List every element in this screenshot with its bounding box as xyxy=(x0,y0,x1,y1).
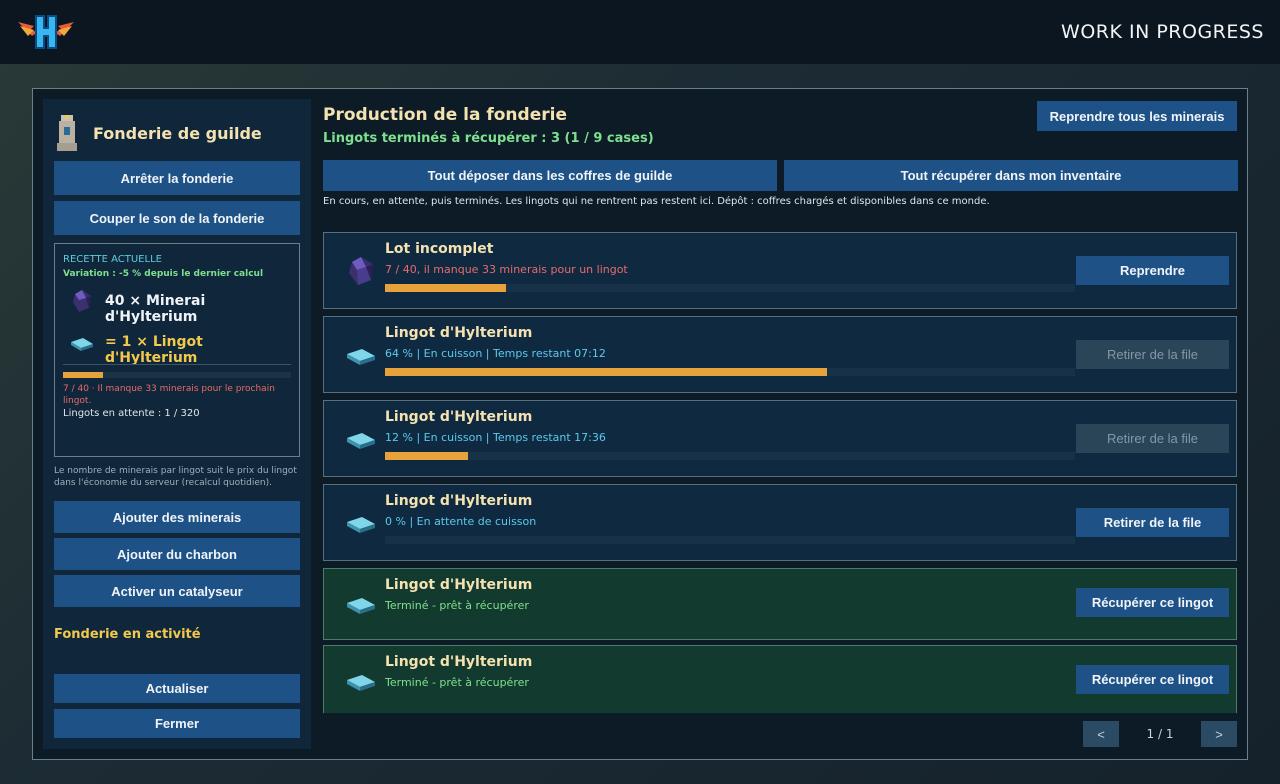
winged-h-logo xyxy=(16,12,76,52)
item-info: 0 % | En attente de cuisson xyxy=(385,515,537,528)
close-button[interactable]: Fermer xyxy=(54,709,300,738)
prev-page-button[interactable]: < xyxy=(1083,721,1119,747)
item-info: 12 % | En cuisson | Temps restant 17:36 xyxy=(385,431,606,444)
activate-catalyst-button[interactable]: Activer un catalyseur xyxy=(54,575,300,607)
remove-from-queue-button[interactable]: Retirer de la file xyxy=(1076,424,1229,453)
work-in-progress-label: WORK IN PROGRESS xyxy=(1061,21,1264,43)
remove-from-queue-button[interactable]: Retirer de la file xyxy=(1076,508,1229,537)
item-name: Lingot d'Hylterium xyxy=(385,409,533,425)
recipe-divider xyxy=(63,364,291,365)
sidebar-header: Fonderie de guilde xyxy=(55,115,262,151)
refresh-button[interactable]: Actualiser xyxy=(54,674,300,703)
recipe-label: RECETTE ACTUELLE xyxy=(63,254,162,265)
ingot-icon xyxy=(344,423,378,457)
list-item: Lingot d'Hylterium Terminé - prêt à récu… xyxy=(323,568,1237,640)
page-title: Production de la fonderie xyxy=(323,105,567,125)
ingot-icon xyxy=(344,588,378,622)
recipe-variation: Variation : -5 % depuis le dernier calcu… xyxy=(63,269,264,279)
add-coal-button[interactable]: Ajouter du charbon xyxy=(54,538,300,570)
recipe-progress-bar xyxy=(63,372,291,378)
list-item: Lingot d'Hylterium 64 % | En cuisson | T… xyxy=(323,316,1237,393)
ingot-icon xyxy=(344,665,378,699)
page-indicator: 1 / 1 xyxy=(1146,727,1174,741)
sidebar-note: Le nombre de minerais par lingot suit le… xyxy=(54,466,297,488)
item-name: Lingot d'Hylterium xyxy=(385,493,533,509)
item-name: Lot incomplet xyxy=(385,241,494,257)
list-item: Lingot d'Hylterium 0 % | En attente de c… xyxy=(323,484,1237,561)
reclaim-button[interactable]: Reprendre xyxy=(1076,256,1229,285)
current-recipe-panel: RECETTE ACTUELLE Variation : -5 % depuis… xyxy=(54,243,300,457)
foundry-status: Fonderie en activité xyxy=(54,627,201,642)
retrieve-ingot-button[interactable]: Récupérer ce lingot xyxy=(1076,665,1229,694)
ingots-waiting-text: Lingots en attente : 1 / 320 xyxy=(63,408,200,419)
recipe-output: = 1 × Lingot d'Hylterium xyxy=(105,334,203,366)
item-name: Lingot d'Hylterium xyxy=(385,577,533,593)
list-item: Lingot d'Hylterium 12 % | En cuisson | T… xyxy=(323,400,1237,477)
stop-foundry-button[interactable]: Arrêter la fonderie xyxy=(54,161,300,195)
furnace-tower-icon xyxy=(55,115,79,151)
list-item: Lingot d'Hylterium Terminé - prêt à récu… xyxy=(323,645,1237,713)
item-progress-bar xyxy=(385,284,1075,292)
foundry-window: Fonderie de guilde Arrêter la fonderie C… xyxy=(32,88,1248,760)
item-progress-bar xyxy=(385,452,1075,460)
ingot-icon xyxy=(344,507,378,541)
recipe-input: 40 × Minerai d'Hylterium xyxy=(105,293,206,325)
sidebar: Fonderie de guilde Arrêter la fonderie C… xyxy=(43,99,311,749)
retrieve-all-inventory-button[interactable]: Tout récupérer dans mon inventaire xyxy=(784,160,1238,191)
item-info: 64 % | En cuisson | Temps restant 07:12 xyxy=(385,347,606,360)
reclaim-all-minerals-button[interactable]: Reprendre tous les minerais xyxy=(1037,101,1237,131)
add-minerals-button[interactable]: Ajouter des minerais xyxy=(54,501,300,533)
finished-ingots-count: Lingots terminés à récupérer : 3 (1 / 9 … xyxy=(323,131,654,146)
item-progress-bar xyxy=(385,368,1075,376)
top-bar: WORK IN PROGRESS xyxy=(0,0,1280,64)
mute-foundry-button[interactable]: Couper le son de la fonderie xyxy=(54,201,300,235)
production-list[interactable]: Lot incomplet 7 / 40, il manque 33 miner… xyxy=(323,232,1237,713)
item-name: Lingot d'Hylterium xyxy=(385,654,533,670)
production-description: En cours, en attente, puis terminés. Les… xyxy=(323,196,990,207)
deposit-all-guild-chests-button[interactable]: Tout déposer dans les coffres de guilde xyxy=(323,160,777,191)
ore-crystal-icon xyxy=(344,254,378,288)
ingot-icon xyxy=(344,339,378,373)
next-page-button[interactable]: > xyxy=(1200,721,1237,747)
recipe-missing-text: 7 / 40 · Il manque 33 minerais pour le p… xyxy=(63,384,275,406)
production-panel: Production de la fonderie Lingots termin… xyxy=(321,89,1238,761)
item-name: Lingot d'Hylterium xyxy=(385,325,533,341)
retrieve-ingot-button[interactable]: Récupérer ce lingot xyxy=(1076,588,1229,617)
list-item: Lot incomplet 7 / 40, il manque 33 miner… xyxy=(323,232,1237,309)
item-info: 7 / 40, il manque 33 minerais pour un li… xyxy=(385,263,628,276)
remove-from-queue-button[interactable]: Retirer de la file xyxy=(1076,340,1229,369)
item-progress-bar xyxy=(385,536,1075,544)
ore-crystal-icon xyxy=(69,288,95,314)
pagination: < 1 / 1 > xyxy=(1083,720,1237,748)
sidebar-title: Fonderie de guilde xyxy=(93,123,262,143)
item-info: Terminé - prêt à récupérer xyxy=(385,676,529,689)
item-info: Terminé - prêt à récupérer xyxy=(385,599,529,612)
ingot-icon xyxy=(69,334,95,354)
